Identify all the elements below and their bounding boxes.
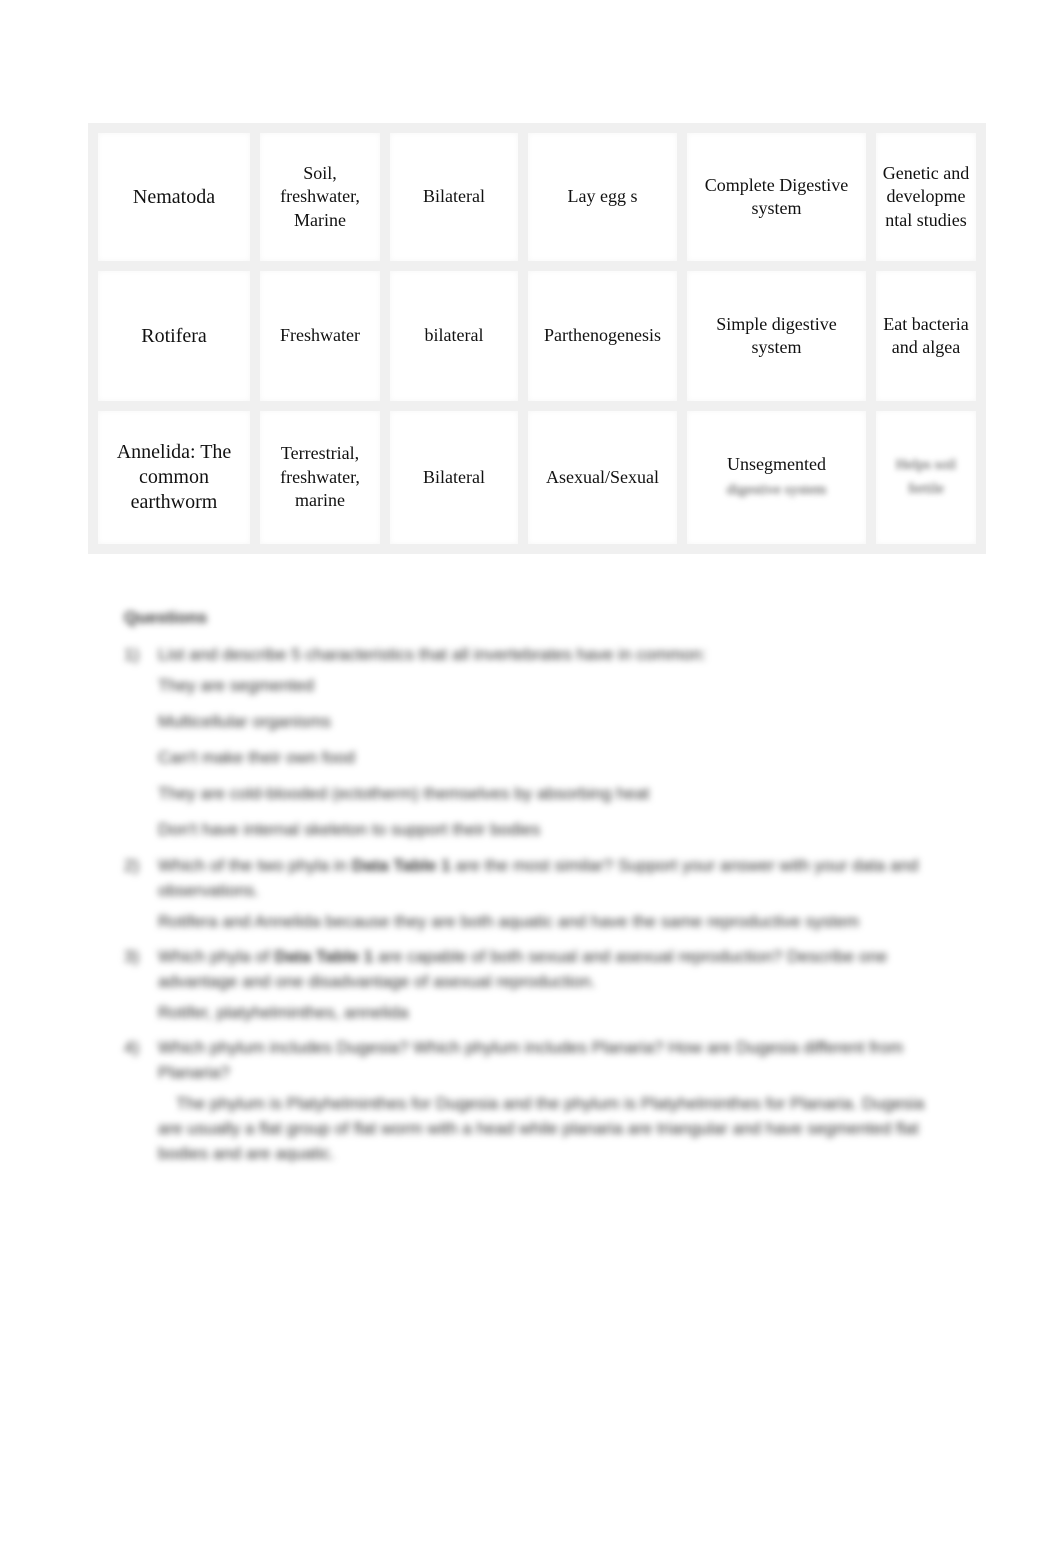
question-text-bold: Data Table 1 [351,856,451,875]
question-text: Which of the two phyla in Data Table 1 a… [158,853,944,903]
digestive-cell: Unsegmented digestive system [677,401,876,554]
phyla-table: Nematoda Soil, freshwater, Marine Bilate… [88,123,986,554]
notes-blurred-text: Helps soil fertile [895,457,957,497]
question-item: 4) Which phylum includes Dugesia? Which … [124,1035,944,1085]
answer-paragraph: Rotifer, platyhelminthes, annelida [158,1003,409,1022]
answer-line: Don't have internal skeleton to support … [158,820,541,839]
habitat-cell: Soil, freshwater, Marine [250,123,390,271]
answer-paragraph: The phylum is Platyhelminthes for Dugesi… [158,1094,925,1163]
question-number: 2) [124,856,140,875]
question-item: 2) Which of the two phyla in Data Table … [124,853,944,903]
table-row: Rotifera Freshwater bilateral Parthenoge… [88,261,986,411]
digestive-cell: Complete Digestive system [677,123,876,271]
question-item: 1) List and describe 5 characteristics t… [124,642,944,667]
question-number: 3) [124,947,140,966]
question-text-pre: Which of the two phyla in [158,856,352,875]
answer-line: They are segmented [158,676,314,695]
symmetry-cell: Bilateral [380,123,528,271]
habitat-cell: Terrestrial, freshwater, marine [250,401,390,554]
questions-heading: Questions [124,608,208,627]
symmetry-cell: bilateral [380,261,528,411]
symmetry-cell: Bilateral [380,401,528,554]
questions-section: Questions 1) List and describe 5 charact… [124,608,944,1176]
question-number: 1) [124,645,140,664]
digestive-blurred-text: digestive system [726,481,827,498]
notes-cell: Eat bacteria and algea [866,261,986,411]
question-text: Which phylum includes Dugesia? Which phy… [158,1038,904,1082]
phylum-cell: Annelida: The common earthworm [88,401,260,554]
reproduction-cell: Asexual/Sexual [518,401,687,554]
reproduction-cell: Parthenogenesis [518,261,687,411]
answer-line: They are cold-blooded (ectotherm) themse… [158,784,650,803]
answer-paragraph: Rotifera and Annelida because they are b… [158,912,860,931]
question-number: 4) [124,1038,140,1057]
phylum-cell: Nematoda [88,123,260,271]
data-table: Nematoda Soil, freshwater, Marine Bilate… [88,123,986,554]
notes-cell: Helps soil fertile [866,401,986,554]
phylum-cell: Rotifera [88,261,260,411]
digestive-text: Unsegmented [727,454,826,474]
question-text-bold: Data Table 1 [274,947,374,966]
question-item: 3) Which phyla of Data Table 1 are capab… [124,944,944,994]
question-text: List and describe 5 characteristics that… [158,645,707,664]
table-row: Nematoda Soil, freshwater, Marine Bilate… [88,123,986,271]
answer-line: Can't make their own food [158,748,355,767]
digestive-cell: Simple digestive system [677,261,876,411]
notes-cell: Genetic and developme ntal studies [866,123,986,271]
habitat-cell: Freshwater [250,261,390,411]
reproduction-cell: Lay egg s [518,123,687,271]
table-row: Annelida: The common earthworm Terrestri… [88,401,986,554]
question-text-pre: Which phyla of [158,947,275,966]
answer-line: Multicellular organisms [158,712,331,731]
question-text: Which phyla of Data Table 1 are capable … [158,944,944,994]
